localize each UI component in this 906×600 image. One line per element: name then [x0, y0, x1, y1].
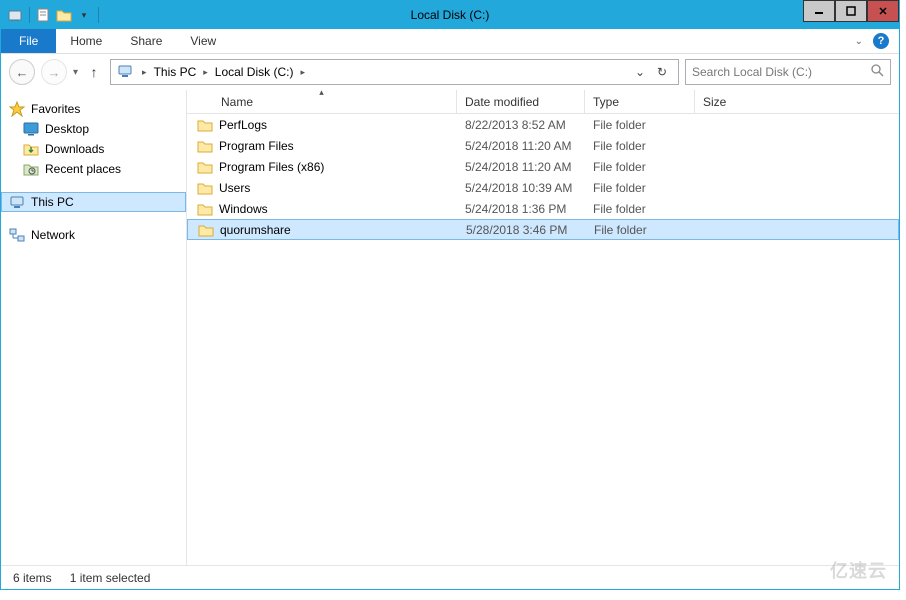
folder-icon	[197, 139, 213, 153]
help-icon[interactable]: ?	[873, 33, 889, 49]
nav-thispc-label: This PC	[31, 195, 74, 209]
recent-icon	[23, 161, 39, 177]
qat-separator	[29, 7, 30, 23]
qat-dropdown-icon[interactable]: ▾	[76, 7, 92, 23]
folder-qat-icon[interactable]	[56, 7, 72, 23]
nav-network[interactable]: Network	[1, 225, 186, 245]
file-list: Name ▴ Date modified Type Size PerfLogs 8…	[187, 90, 899, 565]
search-icon	[871, 64, 884, 80]
col-size[interactable]: Size	[695, 90, 775, 113]
folder-icon	[197, 160, 213, 174]
nav-downloads-label: Downloads	[45, 142, 104, 156]
col-name[interactable]: Name ▴	[187, 90, 457, 113]
file-type: File folder	[585, 202, 695, 216]
nav-favorites-label: Favorites	[31, 102, 80, 116]
file-row[interactable]: Windows 5/24/2018 1:36 PMFile folder	[187, 198, 899, 219]
star-icon	[9, 101, 25, 117]
file-name: PerfLogs	[219, 118, 267, 132]
file-date: 5/24/2018 1:36 PM	[457, 202, 585, 216]
status-item-count: 6 items	[13, 571, 52, 585]
up-button[interactable]: ↑	[84, 62, 104, 82]
tab-file[interactable]: File	[1, 29, 56, 53]
file-row[interactable]: Users 5/24/2018 10:39 AMFile folder	[187, 177, 899, 198]
downloads-icon	[23, 141, 39, 157]
file-type: File folder	[585, 139, 695, 153]
file-name: Program Files	[219, 139, 294, 153]
rows-container[interactable]: PerfLogs8/22/2013 8:52 AMFile folderProg…	[187, 114, 899, 565]
nav-recent-label: Recent places	[45, 162, 121, 176]
file-date: 8/22/2013 8:52 AM	[457, 118, 585, 132]
close-button[interactable]	[867, 0, 899, 22]
file-date: 5/28/2018 3:46 PM	[458, 223, 586, 237]
search-placeholder: Search Local Disk (C:)	[692, 65, 812, 79]
refresh-icon[interactable]: ↻	[654, 65, 670, 79]
nav-network-label: Network	[31, 228, 75, 242]
forward-button[interactable]: →	[41, 59, 67, 85]
tab-home[interactable]: Home	[56, 29, 116, 53]
nav-favorites[interactable]: Favorites	[1, 99, 186, 119]
nav-thispc[interactable]: This PC	[1, 192, 186, 212]
breadcrumb-localdisk[interactable]: Local Disk (C:)	[211, 65, 298, 79]
folder-icon	[197, 202, 213, 216]
file-row[interactable]: Program Files 5/24/2018 11:20 AMFile fold…	[187, 135, 899, 156]
file-name: Windows	[219, 202, 268, 216]
window-title: Local Disk (C:)	[411, 8, 490, 22]
address-dropdown-icon[interactable]: ⌄	[632, 65, 648, 79]
statusbar: 6 items 1 item selected	[1, 565, 899, 589]
minimize-button[interactable]	[803, 0, 835, 22]
chevron-right-icon[interactable]: ▸	[200, 67, 211, 78]
file-type: File folder	[585, 160, 695, 174]
pc-icon	[117, 63, 135, 81]
explorer-window: ▾ Local Disk (C:) File Home Share View ⌄…	[0, 0, 900, 590]
file-name: quorumshare	[220, 223, 291, 237]
tab-share[interactable]: Share	[116, 29, 176, 53]
breadcrumb-thispc[interactable]: This PC	[150, 65, 201, 79]
file-type: File folder	[585, 118, 695, 132]
navbar: ← → ▾ ↑ ▸ This PC ▸ Local Disk (C:) ▸ ⌄ …	[1, 54, 899, 90]
file-date: 5/24/2018 11:20 AM	[457, 160, 585, 174]
sort-asc-icon: ▴	[319, 87, 324, 98]
file-row[interactable]: quorumshare 5/28/2018 3:46 PMFile folder	[187, 219, 899, 240]
file-type: File folder	[585, 181, 695, 195]
nav-recent[interactable]: Recent places	[1, 159, 186, 179]
status-selected-count: 1 item selected	[70, 571, 151, 585]
desktop-icon	[23, 121, 39, 137]
folder-icon	[198, 223, 214, 237]
nav-desktop-label: Desktop	[45, 122, 89, 136]
breadcrumb[interactable]: ▸ This PC ▸ Local Disk (C:) ▸ ⌄ ↻	[110, 59, 679, 85]
file-name: Program Files (x86)	[219, 160, 324, 174]
chevron-right-icon[interactable]: ▸	[297, 67, 308, 78]
qat-separator	[98, 7, 99, 23]
file-type: File folder	[586, 223, 696, 237]
col-type[interactable]: Type	[585, 90, 695, 113]
ribbon-expand-icon[interactable]: ⌄	[855, 36, 863, 47]
nav-desktop[interactable]: Desktop	[1, 119, 186, 139]
properties-icon[interactable]	[36, 7, 52, 23]
nav-pane: Favorites Desktop Downloads Recent place…	[1, 90, 187, 565]
tab-view[interactable]: View	[176, 29, 230, 53]
back-button[interactable]: ←	[9, 59, 35, 85]
ribbon: File Home Share View ⌄ ?	[1, 29, 899, 54]
file-row[interactable]: PerfLogs 8/22/2013 8:52 AMFile folder	[187, 114, 899, 135]
maximize-button[interactable]	[835, 0, 867, 22]
history-dropdown-icon[interactable]: ▾	[73, 67, 78, 78]
titlebar[interactable]: ▾ Local Disk (C:)	[1, 1, 899, 29]
app-icon	[7, 7, 23, 23]
search-input[interactable]: Search Local Disk (C:)	[685, 59, 891, 85]
folder-icon	[197, 118, 213, 132]
content-area: Favorites Desktop Downloads Recent place…	[1, 90, 899, 565]
col-date[interactable]: Date modified	[457, 90, 585, 113]
nav-downloads[interactable]: Downloads	[1, 139, 186, 159]
file-name: Users	[219, 181, 250, 195]
pc-icon	[9, 194, 25, 210]
network-icon	[9, 227, 25, 243]
column-headers: Name ▴ Date modified Type Size	[187, 90, 899, 114]
folder-icon	[197, 181, 213, 195]
chevron-right-icon[interactable]: ▸	[139, 67, 150, 78]
file-date: 5/24/2018 11:20 AM	[457, 139, 585, 153]
file-row[interactable]: Program Files (x86) 5/24/2018 11:20 AMFil…	[187, 156, 899, 177]
file-date: 5/24/2018 10:39 AM	[457, 181, 585, 195]
